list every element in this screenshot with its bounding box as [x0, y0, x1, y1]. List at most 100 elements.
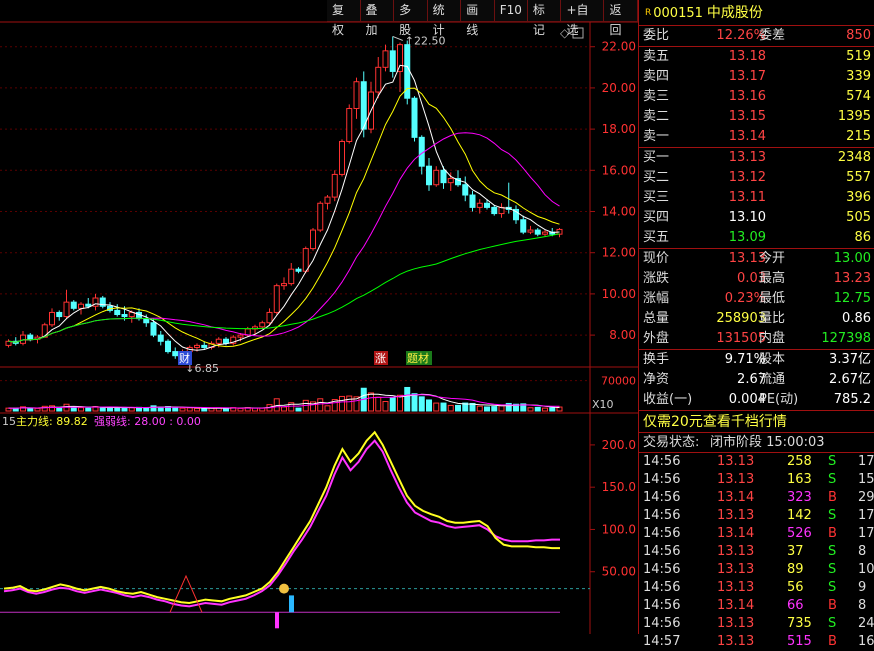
volume-bar [281, 406, 287, 412]
bid-row-1-value2: 557 [846, 170, 871, 185]
tick-price: 13.13 [717, 580, 755, 595]
tick-side: S [828, 616, 837, 631]
promo-row[interactable]: 仅需20元查看千档行情 [639, 410, 874, 432]
price-axis-label: 10.00 [602, 287, 636, 301]
tick-side: B [828, 490, 837, 505]
tick-count: 8 [858, 598, 867, 613]
candle-body [440, 169, 447, 184]
tick-volume: 56 [787, 580, 804, 595]
ask-row-2-value2: 574 [846, 89, 871, 104]
price-axis-label: 16.00 [602, 163, 636, 177]
toolbar-button-1[interactable]: 叠加 [360, 0, 395, 37]
candle-body [281, 283, 287, 287]
toolbar-button-8[interactable]: 返回 [604, 0, 638, 37]
tick-time: 14:57 [643, 634, 681, 649]
volume-bar [433, 402, 440, 412]
fund-row-0-label2: 股本 [759, 352, 786, 367]
ask-row-3: 卖二 13.15 1395 [639, 107, 874, 127]
ma20-line [8, 132, 560, 343]
candle-body [324, 196, 331, 204]
ask-row-3-value2: 1395 [837, 109, 871, 124]
tick-side: B [828, 634, 837, 649]
quote-row-3-label2: 量比 [759, 311, 786, 326]
ask-row-1-value2: 339 [846, 69, 871, 84]
candle-body [114, 309, 121, 316]
stock-name: 中成股份 [706, 5, 763, 21]
tick-row: 14:56 13.13 89 S 10 [639, 561, 874, 579]
volume-bar [404, 386, 411, 412]
volume-bar [382, 401, 389, 412]
tick-count: 10 [858, 562, 874, 577]
candle-body [346, 108, 353, 142]
volume-bar [114, 407, 121, 412]
kline-chart-svg[interactable]: 22.0020.0018.0016.0014.0012.0010.008.00◇… [0, 0, 638, 634]
trade-status-label: 交易状态: [643, 435, 700, 450]
volume-bar [324, 405, 331, 412]
vol-axis-label: 70000 [601, 375, 636, 388]
tick-time: 14:56 [643, 526, 681, 541]
toolbar-button-5[interactable]: F10 [494, 0, 528, 22]
candle-body [27, 334, 34, 340]
volume-bar [172, 407, 179, 412]
indicator-signal-bar [275, 612, 279, 629]
candle-body [527, 229, 534, 233]
fund-row-1: 净资 2.67 流通 2.67亿 [639, 370, 874, 390]
ask-row-4-label: 卖一 [643, 129, 670, 144]
volume-bar [339, 395, 345, 412]
toolbar-button-3[interactable]: 统计 [427, 0, 462, 37]
volume-bar [56, 407, 63, 412]
toolbar-button-4[interactable]: 画线 [461, 0, 495, 37]
tick-time: 14:56 [643, 580, 681, 595]
candle-body [353, 81, 360, 110]
tick-time: 14:56 [643, 490, 681, 505]
bid-row-4-label: 买五 [643, 230, 670, 245]
ask-row-0-value: 13.18 [728, 49, 766, 64]
quote-row-3: 总量 258903 量比 0.86 [639, 309, 874, 329]
tick-time: 14:56 [643, 544, 681, 559]
bid-row-1-label: 买二 [643, 170, 670, 185]
tick-time: 14:56 [643, 454, 681, 469]
event-tag-label: 涨 [375, 352, 386, 365]
indicator-strong-line [3, 439, 560, 608]
tick-side: S [828, 472, 837, 487]
volume-bar [201, 407, 208, 412]
tick-row: 14:57 13.13 515 B 16 [639, 633, 874, 651]
candle-body [520, 219, 527, 233]
price-axis-label: 18.00 [602, 122, 636, 136]
ask-row-0: 卖五 13.18 519 [639, 47, 874, 67]
volume-bar [498, 405, 505, 412]
toolbar-button-6[interactable]: 标记 [527, 0, 562, 37]
volume-bar [484, 406, 490, 412]
candle-body [121, 314, 128, 318]
toolbar-button-2[interactable]: 多股 [394, 0, 428, 37]
ask-row-3-value: 13.15 [728, 109, 766, 124]
ask-row-4-value: 13.14 [728, 129, 766, 144]
candle-body [201, 344, 208, 348]
volume-bar [411, 393, 418, 412]
margin-marker: R [645, 8, 652, 18]
volume-bar [397, 394, 403, 412]
chart-area[interactable]: 22.00 20.00 18.00 16.00 14.00 12.00 10.00 8.00 ◇… [0, 0, 638, 634]
tick-count: 17 [858, 526, 874, 541]
tick-volume: 142 [787, 508, 812, 523]
fund-row-2-label2: PE(动) [759, 392, 799, 407]
volume-bar [491, 406, 498, 412]
indicator-axis-label: 150.0 [602, 480, 636, 494]
price-axis-label: 12.00 [602, 246, 636, 260]
quote-row-0-label2: 今开 [759, 251, 786, 266]
tick-volume: 526 [787, 526, 812, 541]
volume-bar [186, 407, 193, 412]
tick-side: S [828, 508, 837, 523]
weicha-value: 850 [846, 28, 871, 43]
quote-row-3-label: 总量 [643, 311, 670, 326]
quote-panel: R 000151 中成股份 委比 12.26% 委差 850 卖五 13.18 519 卖… [638, 0, 874, 649]
toolbar-button-0[interactable]: 复权 [327, 0, 361, 37]
volume-bar [121, 407, 128, 412]
bid-row-1: 买二 13.12 557 [639, 168, 874, 188]
promo-link[interactable]: 仅需20元查看千档行情 [643, 411, 787, 433]
tick-list[interactable]: 14:56 13.13 258 S 17 14:56 13.13 163 S 15 14:56 13.… [639, 452, 874, 651]
toolbar-button-7[interactable]: +自选 [561, 0, 605, 37]
fund-row-1-value2: 2.67亿 [829, 372, 871, 387]
tick-volume: 163 [787, 472, 812, 487]
candle-body [78, 303, 84, 309]
